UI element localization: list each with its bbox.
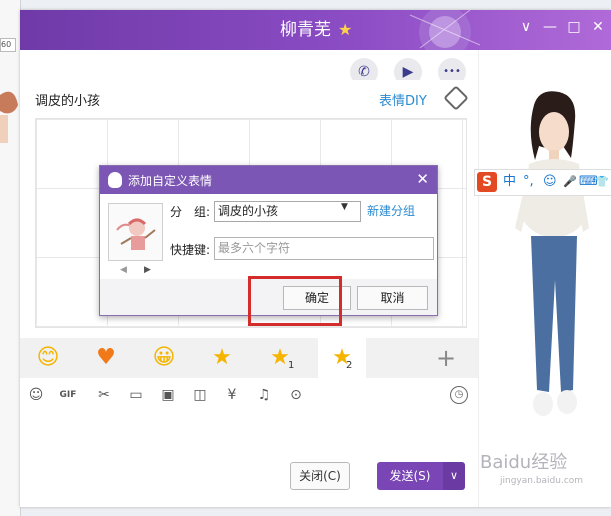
group-select[interactable]: 调皮的小孩 bbox=[214, 201, 361, 222]
scissors-icon[interactable]: ✂ bbox=[93, 384, 115, 406]
shortcut-label: 快捷键: bbox=[170, 243, 211, 257]
new-group-link[interactable]: 新建分组 bbox=[367, 202, 415, 219]
emoji-icon[interactable]: ☺ bbox=[543, 172, 557, 192]
tab-heart-icon[interactable]: ♥ bbox=[86, 338, 126, 378]
watermark: Baidu经验 bbox=[480, 452, 568, 473]
tab-grin-icon[interactable]: 😀 bbox=[144, 338, 184, 378]
next-arrow-icon[interactable]: ▶ bbox=[144, 265, 151, 275]
group-label: 分 组: bbox=[170, 205, 211, 219]
chevron-down-icon: ▼ bbox=[341, 202, 348, 212]
minimize-button[interactable]: — bbox=[539, 16, 561, 38]
prev-arrow-icon[interactable]: ◀ bbox=[120, 265, 127, 275]
window-controls: ∨ — □ ✕ bbox=[515, 16, 611, 38]
add-custom-emoji-dialog: 添加自定义表情 ✕ ◀ ▶ 分 组: 调皮的小孩 ▼ 新建分组 快捷键: 最多六… bbox=[99, 165, 438, 326]
close-window-button[interactable]: ✕ bbox=[587, 16, 609, 38]
vip-star-icon: ★ bbox=[338, 20, 353, 39]
voice-icon[interactable]: 🎤 bbox=[563, 172, 577, 192]
dialog-header: 添加自定义表情 ✕ bbox=[100, 166, 437, 194]
tab-number: 2 bbox=[346, 360, 353, 371]
sogou-logo-icon[interactable]: S bbox=[477, 172, 497, 192]
music-icon[interactable]: ♫ bbox=[253, 384, 275, 406]
shake-icon[interactable]: ◫ bbox=[189, 384, 211, 406]
emoji-preview bbox=[108, 203, 163, 261]
tab-star-2-icon[interactable]: ★ bbox=[318, 338, 366, 378]
settings-icon[interactable] bbox=[443, 85, 469, 111]
emoji-icon[interactable]: ☺ bbox=[25, 384, 47, 406]
collapse-button[interactable]: ∨ bbox=[515, 16, 537, 38]
add-tab-button[interactable]: + bbox=[434, 338, 458, 378]
history-icon[interactable]: ◷ bbox=[450, 386, 468, 404]
background-window bbox=[0, 0, 21, 516]
chat-window: 柳青芜 ★ ∨ — □ ✕ ✆ ▶ ••• 调皮的小孩 表情DIY 😊 ♥ 😀 … bbox=[20, 10, 611, 507]
input-toolbar: ☺ GIF ✂ ▭ ▣ ◫ ¥ ♫ ⊙ bbox=[25, 384, 465, 408]
shortcut-input[interactable]: 最多六个字符 bbox=[214, 237, 434, 260]
image-icon[interactable]: ▣ bbox=[157, 384, 179, 406]
emoji-tabs: 😊 ♥ 😀 ★ ★ 1 ★ 2 + bbox=[20, 338, 478, 378]
emoji-diy-link[interactable]: 表情DIY bbox=[379, 90, 427, 109]
ruler-label: 60 bbox=[0, 38, 16, 52]
avatar-show-panel bbox=[478, 50, 611, 507]
maximize-button[interactable]: □ bbox=[563, 16, 585, 38]
more-tools-icon[interactable]: ⊙ bbox=[285, 384, 307, 406]
tab-star-icon[interactable]: ★ bbox=[202, 338, 242, 378]
background-figure-image bbox=[0, 91, 18, 143]
emoji-group-name: 调皮的小孩 bbox=[35, 94, 101, 109]
watermark-url: jingyan.baidu.com bbox=[500, 476, 584, 486]
red-packet-icon[interactable]: ¥ bbox=[221, 384, 243, 406]
gif-icon[interactable]: GIF bbox=[57, 384, 79, 406]
tab-number: 1 bbox=[288, 360, 295, 371]
folder-icon[interactable]: ▭ bbox=[125, 384, 147, 406]
tab-smile-icon[interactable]: 😊 bbox=[28, 338, 68, 378]
title-bar: 柳青芜 ★ ∨ — □ ✕ bbox=[20, 10, 611, 50]
send-options-button[interactable]: ∨ bbox=[443, 462, 465, 490]
cancel-button[interactable]: 取消 bbox=[357, 286, 428, 310]
dialog-close-icon[interactable]: ✕ bbox=[416, 170, 429, 188]
tab-star-1-icon[interactable]: ★ bbox=[260, 338, 300, 378]
avatar-show-image bbox=[515, 91, 589, 416]
ime-toolbar: S 中 °, ☺ 🎤 ⌨ 👕 bbox=[474, 169, 611, 196]
highlight-box bbox=[248, 276, 342, 326]
emoji-preview-image bbox=[116, 218, 156, 250]
close-button[interactable]: 关闭(C) bbox=[290, 462, 350, 490]
send-button[interactable]: 发送(S) bbox=[377, 462, 443, 490]
title-decoration-image bbox=[409, 10, 481, 50]
skin-icon[interactable]: 👕 bbox=[595, 172, 609, 192]
contact-title: 柳青芜 bbox=[280, 20, 331, 40]
qq-logo-icon bbox=[108, 172, 122, 188]
punctuation-icon[interactable]: °, bbox=[523, 172, 534, 192]
dialog-title: 添加自定义表情 bbox=[128, 174, 213, 188]
chinese-mode-icon[interactable]: 中 bbox=[503, 172, 516, 192]
